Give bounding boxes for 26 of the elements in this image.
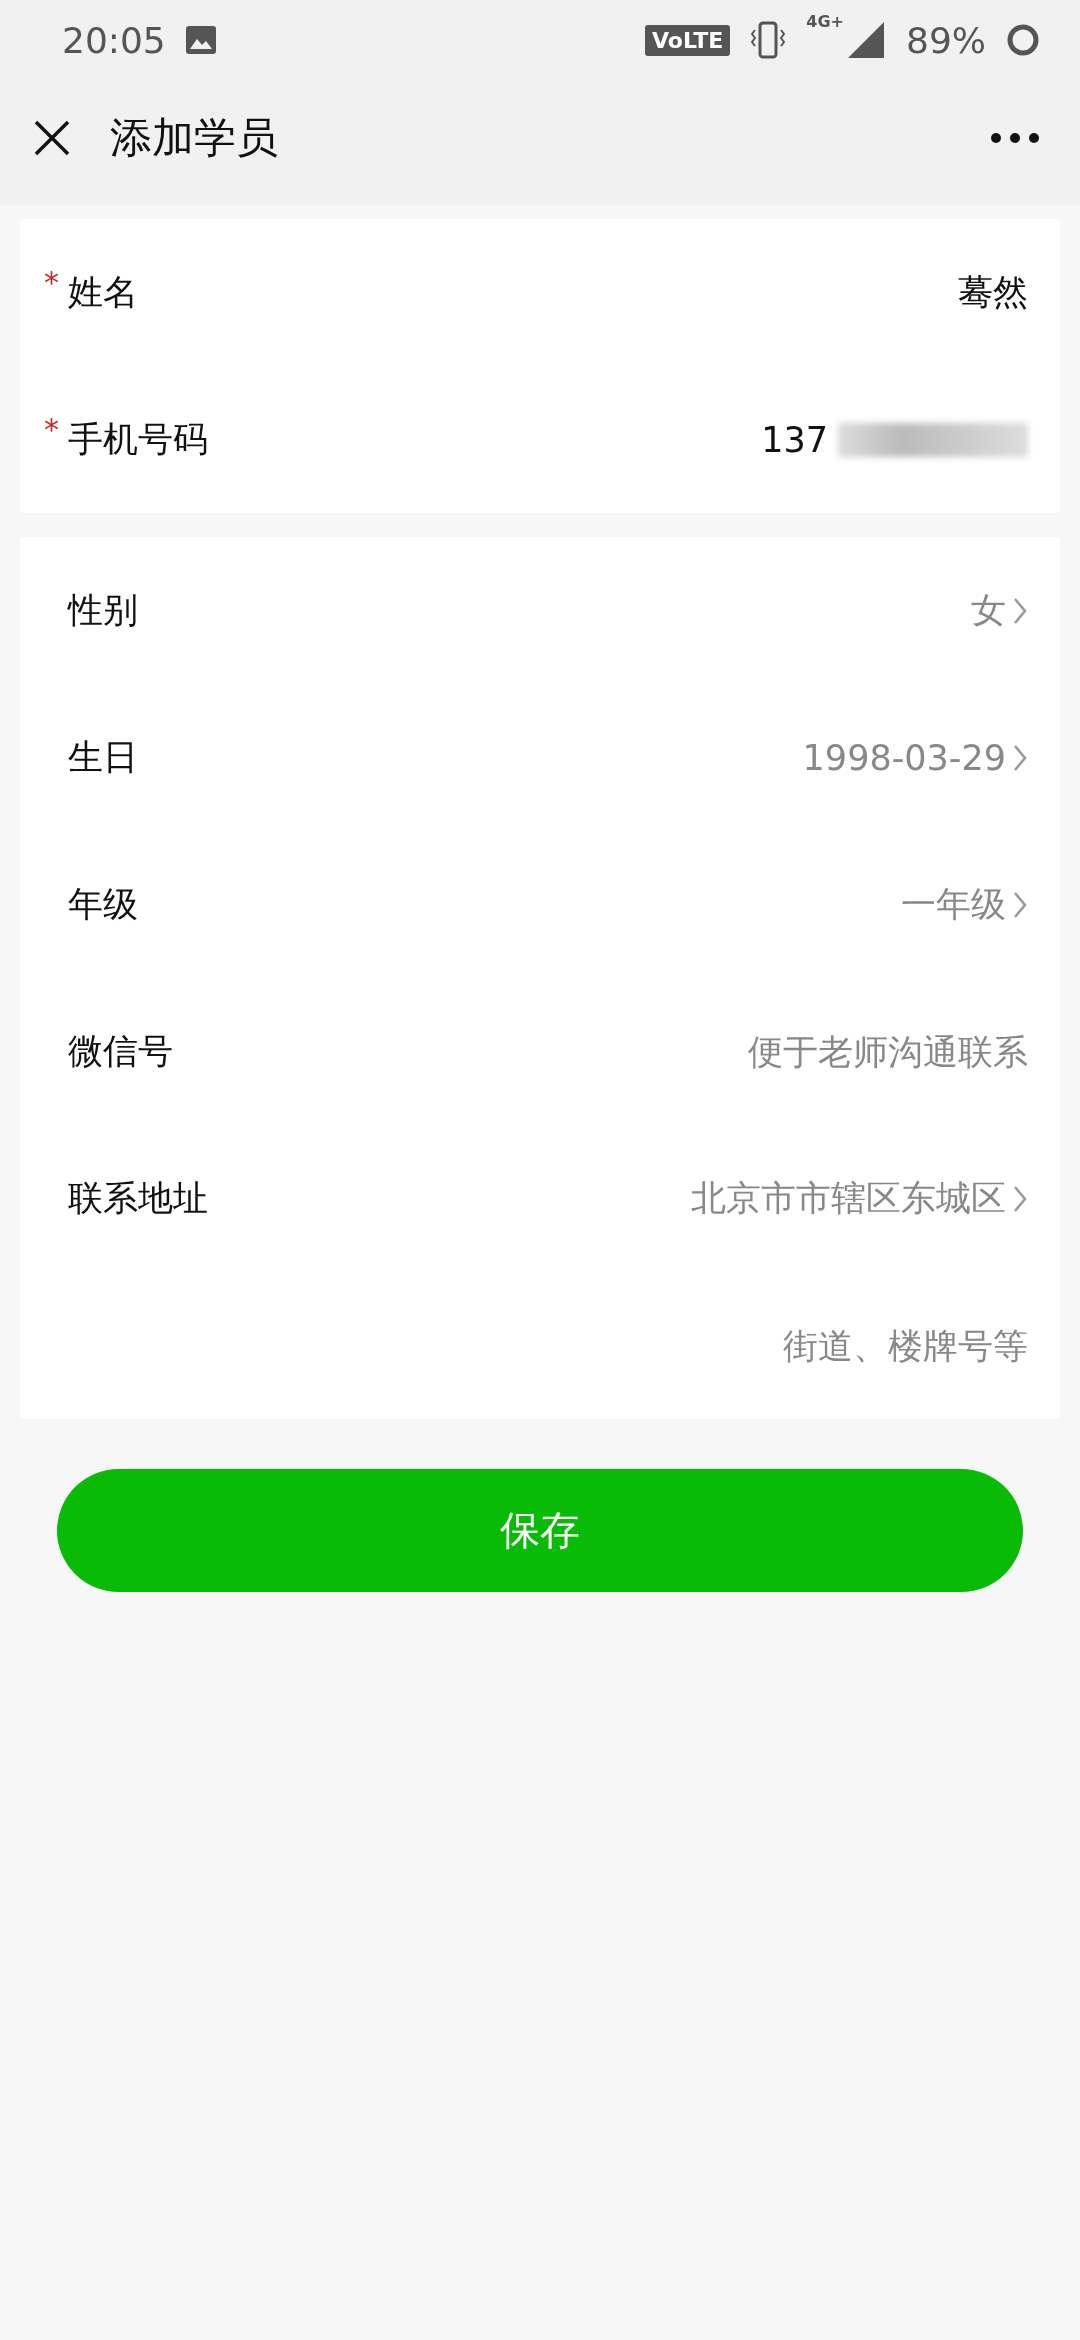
image-icon — [185, 26, 216, 54]
volte-badge: VoLTE — [644, 24, 731, 56]
picker-value[interactable]: 一年级 — [901, 881, 1006, 928]
required-mark: * — [44, 265, 59, 300]
picker-value[interactable]: 1998-03-29 — [802, 737, 1006, 778]
battery-ring-icon — [1006, 23, 1040, 57]
more-icon[interactable] — [990, 131, 1040, 144]
vibrate-icon — [750, 20, 787, 60]
picker-value[interactable]: 女 — [971, 587, 1006, 634]
input-field[interactable]: 便于老师沟通联系 — [173, 1031, 1028, 1072]
battery-percent: 89% — [906, 19, 986, 61]
field-label: 生日 — [68, 736, 138, 779]
status-time: 20:05 — [62, 19, 166, 61]
signal-icon — [846, 20, 886, 60]
save-button[interactable]: 保存 — [57, 1469, 1023, 1592]
field-label: 联系地址 — [68, 1177, 208, 1220]
required-mark: * — [44, 412, 59, 447]
picker-value[interactable]: 北京市市辖区东城区 — [691, 1175, 1006, 1222]
input-value[interactable]: 137 — [761, 419, 828, 460]
network-label: 4G+ — [806, 12, 844, 31]
field-label: 性别 — [68, 589, 138, 632]
field-label: 微信号 — [68, 1030, 173, 1073]
page-title: 添加学员 — [110, 111, 278, 164]
field-label: 年级 — [68, 883, 138, 926]
input-field[interactable]: 街道、楼牌号等 — [68, 1325, 1028, 1366]
input-value[interactable]: 蓦然 — [958, 269, 1028, 316]
